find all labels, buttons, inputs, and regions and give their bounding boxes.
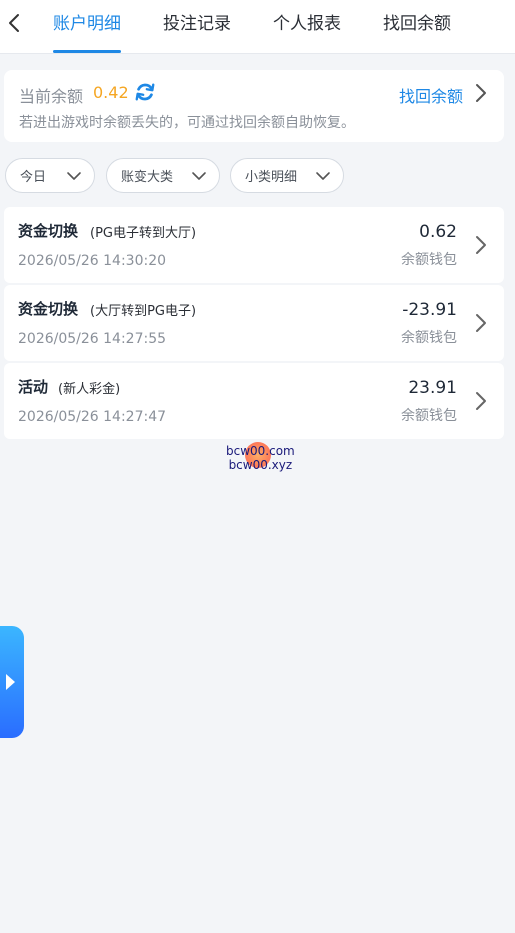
- filter-date-label: 今日: [20, 170, 47, 185]
- record-amount: 0.62: [419, 222, 457, 242]
- recover-balance-link[interactable]: 找回余额: [399, 83, 463, 107]
- record-wallet: 余额钱包: [401, 408, 457, 424]
- chevron-right-icon: [476, 314, 486, 332]
- top-nav-bar: 账户明细 投注记录 个人报表 找回余额: [0, 0, 515, 54]
- back-button[interactable]: [4, 8, 24, 38]
- tab-account-detail[interactable]: 账户明细: [53, 12, 121, 36]
- tab-personal-report[interactable]: 个人报表: [273, 12, 341, 36]
- filter-subcategory-label: 小类明细: [245, 170, 298, 185]
- watermark-line1: bcw00.com: [226, 444, 295, 458]
- filter-date[interactable]: 今日: [5, 158, 95, 193]
- chevron-right-icon[interactable]: [474, 82, 488, 104]
- record-time: 2026/05/26 14:30:20: [18, 253, 167, 269]
- balance-label: 当前余额: [19, 87, 84, 106]
- list-item[interactable]: 资金切换 (大厅转到PG电子) 2026/05/26 14:27:55 -23.…: [4, 285, 504, 361]
- chevron-left-icon: [9, 14, 19, 32]
- play-icon: [6, 674, 15, 690]
- chevron-right-icon: [476, 236, 486, 254]
- balance-hint: 若进出游戏时余额丢失的，可通过找回余额自助恢复。: [19, 115, 355, 131]
- watermark: bcw00.com bcw00.xyz: [226, 444, 295, 472]
- chevron-down-icon: [67, 172, 81, 180]
- record-wallet: 余额钱包: [401, 252, 457, 268]
- chevron-down-icon: [192, 172, 206, 180]
- record-time: 2026/05/26 14:27:55: [18, 331, 167, 347]
- list-item[interactable]: 活动 (新人彩金) 2026/05/26 14:27:47 23.91 余额钱包: [4, 363, 504, 439]
- record-amount: -23.91: [402, 300, 457, 320]
- balance-value: 0.42: [93, 83, 129, 102]
- record-title: 资金切换: [18, 300, 79, 318]
- record-title: 资金切换: [18, 222, 79, 240]
- record-title: 活动: [18, 378, 49, 396]
- record-note: (新人彩金): [58, 382, 121, 397]
- record-amount: 23.91: [408, 378, 457, 398]
- filter-category[interactable]: 账变大类: [106, 158, 220, 193]
- list-item[interactable]: 资金切换 (PG电子转到大厅) 2026/05/26 14:30:20 0.62…: [4, 207, 504, 283]
- floating-side-tab[interactable]: [0, 626, 24, 738]
- balance-card: 当前余额 0.42 找回余额 若进出游戏时余额丢失的，可通过找回余额自助恢复。: [4, 70, 504, 142]
- record-wallet: 余额钱包: [401, 330, 457, 346]
- watermark-line2: bcw00.xyz: [228, 458, 293, 472]
- tab-recover-balance[interactable]: 找回余额: [383, 12, 451, 36]
- active-tab-indicator: [53, 50, 121, 53]
- record-note: (大厅转到PG电子): [90, 304, 197, 319]
- chevron-right-icon: [476, 392, 486, 410]
- record-note: (PG电子转到大厅): [90, 226, 197, 241]
- tab-bet-records[interactable]: 投注记录: [163, 12, 231, 36]
- filter-subcategory[interactable]: 小类明细: [230, 158, 344, 193]
- filter-category-label: 账变大类: [121, 170, 174, 185]
- record-time: 2026/05/26 14:27:47: [18, 409, 167, 425]
- chevron-down-icon: [316, 172, 330, 180]
- refresh-icon[interactable]: [134, 81, 156, 103]
